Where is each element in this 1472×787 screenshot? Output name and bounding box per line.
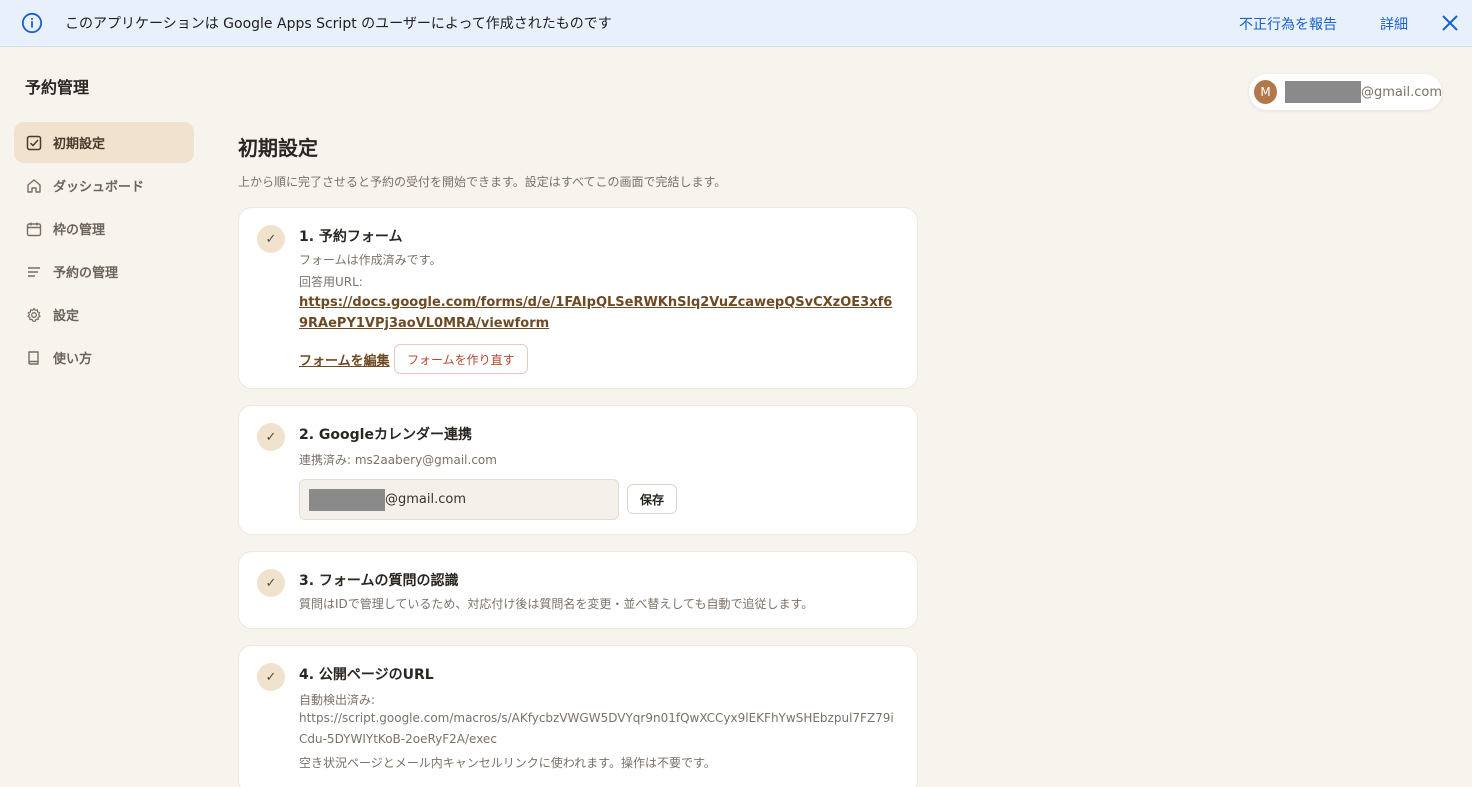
step-title: 3. フォームの質問の認識 [299,573,459,589]
app-title: 予約管理 [25,78,90,97]
page-subtitle: 上から順に完了させると予約の受付を開始できます。設定はすべてこの画面で完結します… [238,175,727,189]
sidebar-item-label: 枠の管理 [53,223,106,238]
report-abuse-link[interactable]: 不正行為を報告 [1239,14,1337,34]
sidebar-item-reservations[interactable]: 予約の管理 [14,251,194,292]
questions-description: 質問はIDで管理しているため、対応付け後は質問名を変更・並べ替えしても自動で追従… [299,597,814,611]
avatar: M [1254,80,1277,104]
form-status-text: フォームは作成済みです。 [299,253,442,267]
sidebar-item-label: 使い方 [53,352,93,367]
redacted-block [1284,81,1361,103]
details-link[interactable]: 詳細 [1380,14,1408,34]
user-email: @gmail.com [1284,81,1442,103]
calendar-icon [26,222,42,236]
recreate-form-button[interactable]: フォームを作り直す [394,344,528,374]
calendar-status-text: 連携済み: ms2aabery@gmail.com [299,453,497,467]
step-title: 1. 予約フォーム [299,229,403,245]
step-complete-check-icon: ✓ [257,569,285,597]
step-card-public-url: ✓ 4. 公開ページのURL 自動検出済み: https://script.go… [238,645,918,787]
info-icon [21,12,43,34]
page-title: 初期設定 [238,136,318,160]
sidebar-item-label: 初期設定 [53,137,106,152]
gear-icon [27,307,41,322]
sidebar-item-dashboard[interactable]: ダッシュボード [14,165,194,206]
user-account-chip[interactable]: M @gmail.com [1249,74,1442,110]
sidebar-item-how-to-use[interactable]: 使い方 [14,337,194,378]
sidebar-item-slots[interactable]: 枠の管理 [14,208,194,249]
step-complete-check-icon: ✓ [257,423,285,451]
calendar-email-input[interactable]: @gmail.com [299,479,619,520]
gas-warning-banner: このアプリケーションは Google Apps Script のユーザーによって… [0,0,1472,47]
banner-message: このアプリケーションは Google Apps Script のユーザーによって… [65,16,612,32]
sidebar-item-initial-setup[interactable]: 初期設定 [14,122,194,163]
save-button[interactable]: 保存 [627,484,677,514]
book-icon [28,350,39,365]
step-complete-check-icon: ✓ [257,225,285,253]
calendar-email-suffix: @gmail.com [385,492,467,507]
sidebar-item-label: 予約の管理 [53,266,119,281]
sidebar-item-settings[interactable]: 設定 [14,294,194,335]
checkbox-icon [26,135,42,150]
user-email-suffix: @gmail.com [1360,84,1442,100]
step-title: 4. 公開ページのURL [299,667,434,683]
step-complete-check-icon: ✓ [257,663,285,691]
public-url-note: 空き状況ページとメール内キャンセルリンクに使われます。操作は不要です。 [299,756,716,770]
form-response-url-link[interactable]: https://docs.google.com/forms/d/e/1FAIpQ… [299,292,899,334]
home-icon [27,178,41,193]
step-title: 2. Googleカレンダー連携 [299,427,472,443]
step-card-form: ✓ 1. 予約フォーム フォームは作成済みです。 回答用URL: https:/… [238,207,918,389]
sidebar-item-label: ダッシュボード [53,180,145,195]
step-card-calendar: ✓ 2. Googleカレンダー連携 連携済み: ms2aabery@gmail… [238,405,918,535]
close-icon[interactable] [1440,13,1460,33]
public-page-url: https://script.google.com/macros/s/AKfyc… [299,711,894,746]
sidebar-item-label: 設定 [53,309,80,324]
sidebar-nav: 初期設定 ダッシュボード 枠の管理 予約の管理 設定 使い方 [14,122,194,380]
edit-form-link[interactable]: フォームを編集 [299,350,390,369]
form-url-label: 回答用URL: [299,275,363,289]
redacted-block [309,488,385,511]
step-card-questions: ✓ 3. フォームの質問の認識 質問はIDで管理しているため、対応付け後は質問名… [238,551,918,629]
list-icon [28,266,40,277]
public-url-status: 自動検出済み: [299,693,376,707]
